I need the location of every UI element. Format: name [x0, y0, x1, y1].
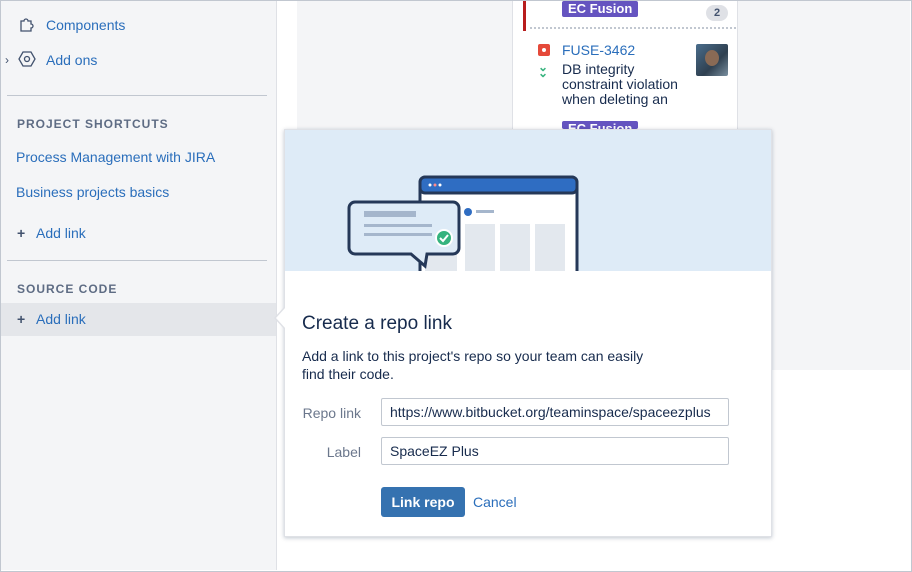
project-shortcuts-heading: PROJECT SHORTCUTS: [17, 117, 169, 131]
sidebar-item-add-ons[interactable]: › Add ons: [1, 45, 276, 75]
dialog-title: Create a repo link: [302, 313, 452, 334]
issue-key-link[interactable]: FUSE-3462: [562, 42, 635, 58]
bug-icon: [538, 44, 550, 56]
dialog-illustration-area: [285, 130, 771, 296]
shortcut-link-business-projects[interactable]: Business projects basics: [1, 177, 276, 207]
chevron-right-icon[interactable]: ›: [5, 53, 9, 67]
puzzle-icon: [20, 18, 34, 32]
dialog-pointer-fill: [276, 307, 286, 329]
project-sidebar: Components › Add ons PROJECT SHORTCUTS P…: [1, 1, 277, 570]
shortcuts-add-link-button[interactable]: + Add link: [1, 218, 276, 248]
epic-badge[interactable]: EC Fusion: [562, 1, 639, 17]
hexagon-icon: [18, 51, 36, 67]
card-priority-bar: [523, 1, 526, 31]
assignee-avatar[interactable]: [696, 44, 728, 76]
cancel-button[interactable]: Cancel: [473, 494, 517, 510]
label-input[interactable]: [381, 437, 729, 465]
link-repo-button[interactable]: Link repo: [381, 487, 465, 517]
priority-low-icon: ⌄ ⌄: [538, 60, 549, 80]
repo-link-input[interactable]: [381, 398, 729, 426]
sidebar-divider: [7, 260, 267, 261]
plus-icon: +: [17, 311, 26, 327]
epic-badge[interactable]: EC Fusion: [562, 121, 639, 129]
add-link-label: Add link: [36, 311, 86, 327]
source-code-heading: SOURCE CODE: [17, 282, 118, 296]
repo-illustration: [347, 175, 582, 296]
sidebar-item-label: Add ons: [46, 52, 98, 68]
label-field-label: Label: [326, 444, 361, 460]
shortcut-link-label: Business projects basics: [16, 184, 170, 200]
sidebar-item-label: Components: [46, 17, 126, 33]
issue-summary[interactable]: DB integrity constraint violation when d…: [562, 62, 692, 107]
source-code-add-link-button[interactable]: + Add link: [1, 304, 276, 334]
card-separator: [530, 27, 736, 32]
shortcut-link-process-management[interactable]: Process Management with JIRA: [1, 142, 276, 172]
plus-icon: +: [17, 225, 26, 241]
repo-link-label: Repo link: [302, 405, 361, 421]
subtask-count-badge: 2: [706, 5, 728, 21]
add-link-label: Add link: [36, 225, 86, 241]
shortcut-link-label: Process Management with JIRA: [16, 149, 216, 165]
dialog-description: Add a link to this project's repo so you…: [302, 348, 644, 382]
sidebar-item-components[interactable]: Components: [1, 10, 276, 40]
sidebar-divider: [7, 95, 267, 96]
